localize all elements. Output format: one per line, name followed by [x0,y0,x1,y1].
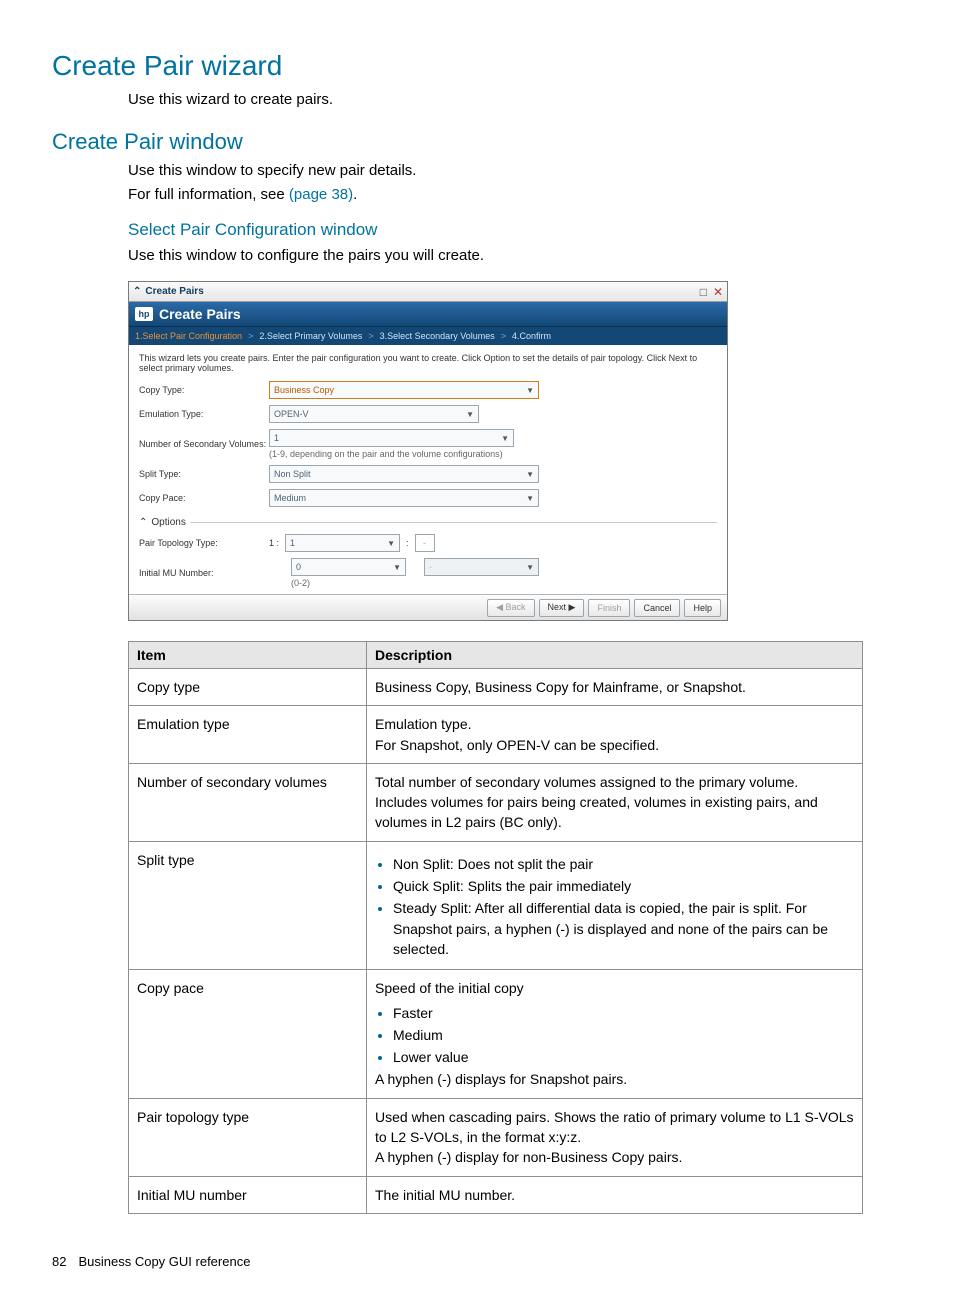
breadcrumb-step-1: 1.Select Pair Configuration [135,331,242,341]
table-row: Emulation type Emulation type. For Snaps… [129,706,863,764]
help-button[interactable]: Help [684,599,721,617]
hp-logo: hp [135,307,153,321]
page-link[interactable]: (page 38) [289,186,353,203]
description-table: Item Description Copy type Business Copy… [128,641,863,1214]
chevron-down-icon: ▼ [393,563,401,572]
label-emulation-type: Emulation Type: [139,409,269,419]
topology-prefix: 1 : [269,538,279,548]
breadcrumb: 1.Select Pair Configuration > 2.Select P… [129,326,727,345]
chevron-down-icon: ▼ [526,386,534,395]
subsection-select-pair-config: Select Pair Configuration window [128,220,902,240]
options-section[interactable]: ⌃ Options [139,517,717,528]
chevron-down-icon: ▼ [526,494,534,503]
copy-pace-select[interactable]: Medium▼ [269,489,539,507]
next-button[interactable]: Next ▶ [539,599,585,617]
breadcrumb-step-4: 4.Confirm [512,331,551,341]
table-row: Copy type Business Copy, Business Copy f… [129,669,863,706]
wizard-instructions: This wizard lets you create pairs. Enter… [139,353,717,373]
chevron-down-icon: ▼ [526,470,534,479]
topology-sep: : [406,538,409,548]
subsection-desc: Use this window to configure the pairs y… [128,244,902,267]
label-split-type: Split Type: [139,469,269,479]
table-row: Pair topology type Used when cascading p… [129,1098,863,1176]
see-more: For full information, see (page 38). [128,183,902,206]
table-row: Number of secondary volumes Total number… [129,763,863,841]
table-row: Copy pace Speed of the initial copy Fast… [129,970,863,1098]
cell-desc: Emulation type. For Snapshot, only OPEN-… [367,706,863,764]
cell-desc: Used when cascading pairs. Shows the rat… [367,1098,863,1176]
chevron-down-icon: ▼ [466,410,474,419]
cell-desc: Non Split: Does not split the pair Quick… [367,841,863,969]
split-type-select[interactable]: Non Split▼ [269,465,539,483]
cell-item: Split type [129,841,367,969]
breadcrumb-step-3: 3.Select Secondary Volumes [380,331,495,341]
wizard-footer: ◀ Back Next ▶ Finish Cancel Help [129,594,727,620]
label-num-secondary: Number of Secondary Volumes: [139,439,269,449]
cell-item: Number of secondary volumes [129,763,367,841]
num-secondary-select[interactable]: 1▼ [269,429,514,447]
label-pair-topology: Pair Topology Type: [139,538,269,548]
banner: hp Create Pairs [129,302,727,326]
banner-title: Create Pairs [159,306,241,322]
collapse-icon[interactable]: ⌃ [133,286,141,297]
topology-tail: - [415,534,435,552]
cell-desc: Business Copy, Business Copy for Mainfra… [367,669,863,706]
copy-type-select[interactable]: Business Copy▼ [269,381,539,399]
th-description: Description [367,642,863,669]
emulation-type-select[interactable]: OPEN-V▼ [269,405,479,423]
cell-item: Copy type [129,669,367,706]
table-row: Split type Non Split: Does not split the… [129,841,863,969]
window-title: Create Pairs [145,286,693,297]
initial-mu-tail-select: -▼ [424,558,539,576]
back-button: ◀ Back [487,599,534,617]
collapse-icon: ⌃ [139,517,147,528]
initial-mu-select[interactable]: 0▼ [291,558,406,576]
chevron-down-icon: ▼ [526,563,534,572]
chevron-down-icon: ▼ [387,539,395,548]
label-initial-mu: Initial MU Number: [139,568,269,578]
cell-item: Copy pace [129,970,367,1098]
label-copy-type: Copy Type: [139,385,269,395]
cell-item: Pair topology type [129,1098,367,1176]
chevron-down-icon: ▼ [501,434,509,443]
section-create-pair-window: Create Pair window [52,129,902,155]
initial-mu-hint: (0-2) [291,578,717,588]
cell-desc: The initial MU number. [367,1176,863,1213]
wizard-desc: Use this wizard to create pairs. [128,88,902,111]
window-titlebar: ⌃ Create Pairs □ ✕ [129,282,727,302]
cancel-button[interactable]: Cancel [634,599,680,617]
cell-desc: Total number of secondary volumes assign… [367,763,863,841]
page-footer: 82 Business Copy GUI reference [52,1254,902,1269]
label-copy-pace: Copy Pace: [139,493,269,503]
cell-desc: Speed of the initial copy Faster Medium … [367,970,863,1098]
breadcrumb-step-2: 2.Select Primary Volumes [259,331,362,341]
num-secondary-hint: (1-9, depending on the pair and the volu… [269,449,717,459]
maximize-icon[interactable]: □ [700,285,707,299]
close-icon[interactable]: ✕ [713,285,723,299]
table-row: Initial MU number The initial MU number. [129,1176,863,1213]
finish-button: Finish [588,599,630,617]
window-desc: Use this window to specify new pair deta… [128,159,902,182]
wizard-screenshot: ⌃ Create Pairs □ ✕ hp Create Pairs 1.Sel… [128,281,728,621]
cell-item: Initial MU number [129,1176,367,1213]
footer-text: Business Copy GUI reference [78,1254,250,1269]
page-number: 82 [52,1254,66,1269]
page-title: Create Pair wizard [52,50,902,82]
cell-item: Emulation type [129,706,367,764]
th-item: Item [129,642,367,669]
topology-select-1[interactable]: 1▼ [285,534,400,552]
